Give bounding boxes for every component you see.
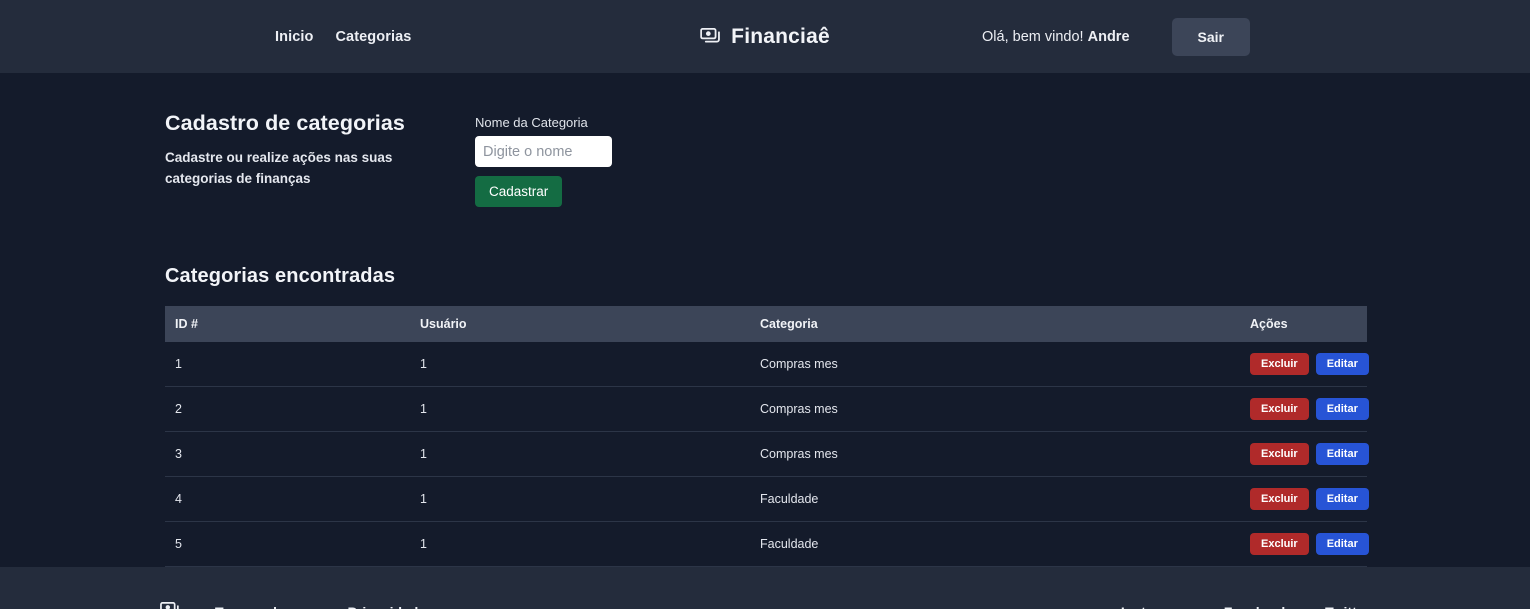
edit-row-button[interactable]: Editar bbox=[1315, 398, 1369, 420]
table-row: 1 1 Compras mes Excluir Editar bbox=[165, 342, 1369, 387]
nav-link-categorias[interactable]: Categorias bbox=[335, 29, 411, 45]
user-greeting: Olá, bem vindo! Andre bbox=[982, 29, 1130, 45]
cell-id: 2 bbox=[165, 386, 410, 432]
main-content: Cadastro de categorias Cadastre ou reali… bbox=[0, 73, 1530, 567]
hero-text-block: Cadastro de categorias Cadastre ou reali… bbox=[165, 103, 475, 190]
brand-title: Financiaê bbox=[731, 24, 830, 48]
cell-categoria: Faculdade bbox=[750, 521, 1240, 567]
cell-categoria: Faculdade bbox=[750, 476, 1240, 522]
page-footer: Termos de uso Privacidade Instagram Face… bbox=[0, 567, 1530, 609]
edit-row-button[interactable]: Editar bbox=[1315, 488, 1369, 510]
footer-link-twitter[interactable]: Twitter bbox=[1325, 604, 1370, 609]
categories-table-section: Categorias encontradas ID # Usuário Cate… bbox=[165, 265, 1369, 567]
page-title: Cadastro de categorias bbox=[165, 111, 405, 135]
column-header-id[interactable]: ID # bbox=[165, 306, 410, 342]
delete-row-button[interactable]: Excluir bbox=[1250, 533, 1309, 555]
cell-actions: Excluir Editar bbox=[1240, 476, 1369, 522]
table-body: 1 1 Compras mes Excluir Editar 2 1 Compra… bbox=[165, 342, 1369, 567]
delete-row-button[interactable]: Excluir bbox=[1250, 398, 1309, 420]
content-container: Cadastro de categorias Cadastre ou reali… bbox=[0, 103, 1530, 567]
nav-user-area: Olá, bem vindo! Andre Sair bbox=[982, 17, 1250, 56]
table-section-title: Categorias encontradas bbox=[165, 265, 396, 287]
table-row: 4 1 Faculdade Excluir Editar bbox=[165, 476, 1369, 522]
edit-row-button[interactable]: Editar bbox=[1315, 443, 1369, 465]
logout-button[interactable]: Sair bbox=[1171, 17, 1250, 56]
cell-usuario: 1 bbox=[410, 521, 750, 567]
footer-link-termos-de-uso[interactable]: Termos de uso bbox=[215, 604, 314, 609]
table-row: 5 1 Faculdade Excluir Editar bbox=[165, 521, 1369, 567]
footer-link-instagram[interactable]: Instagram bbox=[1121, 604, 1188, 609]
cell-usuario: 1 bbox=[410, 386, 750, 432]
footer-inner: Termos de uso Privacidade Instagram Face… bbox=[0, 602, 1530, 609]
top-navbar: Inicio Categorias Financiaê Olá, bem vin… bbox=[0, 0, 1530, 73]
cell-id: 3 bbox=[165, 431, 410, 477]
submit-category-button[interactable]: Cadastrar bbox=[475, 176, 563, 207]
cell-usuario: 1 bbox=[410, 431, 750, 477]
column-header-usuario[interactable]: Usuário bbox=[410, 306, 750, 342]
cell-categoria: Compras mes bbox=[750, 431, 1240, 477]
footer-social-group: Instagram Facebook Twitter bbox=[1121, 604, 1370, 609]
table-row: 3 1 Compras mes Excluir Editar bbox=[165, 431, 1369, 477]
category-name-label: Nome da Categoria bbox=[475, 115, 588, 130]
edit-row-button[interactable]: Editar bbox=[1315, 353, 1369, 375]
cell-usuario: 1 bbox=[410, 342, 750, 387]
delete-row-button[interactable]: Excluir bbox=[1250, 443, 1309, 465]
money-stack-icon bbox=[160, 602, 181, 609]
cell-usuario: 1 bbox=[410, 476, 750, 522]
cell-actions: Excluir Editar bbox=[1240, 342, 1369, 387]
table-header: ID # Usuário Categoria Ações bbox=[165, 306, 1367, 342]
footer-link-privacidade[interactable]: Privacidade bbox=[348, 604, 427, 609]
category-form: Nome da Categoria Cadastrar bbox=[475, 103, 612, 207]
footer-link-facebook[interactable]: Facebook bbox=[1224, 604, 1289, 609]
delete-row-button[interactable]: Excluir bbox=[1250, 488, 1309, 510]
nav-link-inicio[interactable]: Inicio bbox=[275, 29, 313, 45]
primary-nav: Inicio Categorias bbox=[275, 29, 411, 45]
delete-row-button[interactable]: Excluir bbox=[1250, 353, 1309, 375]
greeting-text: Olá, bem vindo! bbox=[982, 28, 1084, 45]
cell-actions: Excluir Editar bbox=[1240, 521, 1369, 567]
page-subtitle: Cadastre ou realize ações nas suas categ… bbox=[165, 150, 393, 186]
categories-table: ID # Usuário Categoria Ações 1 1 Compras… bbox=[165, 306, 1369, 567]
money-stack-icon bbox=[700, 27, 722, 46]
column-header-categoria[interactable]: Categoria bbox=[750, 306, 1240, 342]
table-header-row: ID # Usuário Categoria Ações bbox=[165, 306, 1367, 342]
category-register-section: Cadastro de categorias Cadastre ou reali… bbox=[165, 103, 1365, 207]
footer-left-group: Termos de uso Privacidade bbox=[160, 602, 426, 609]
cell-categoria: Compras mes bbox=[750, 342, 1240, 387]
brand-logo[interactable]: Financiaê bbox=[700, 25, 830, 49]
cell-categoria: Compras mes bbox=[750, 386, 1240, 432]
cell-id: 1 bbox=[165, 342, 410, 387]
edit-row-button[interactable]: Editar bbox=[1315, 533, 1369, 555]
cell-actions: Excluir Editar bbox=[1240, 386, 1369, 432]
column-header-acoes[interactable]: Ações bbox=[1240, 306, 1367, 342]
category-name-input[interactable] bbox=[475, 136, 612, 167]
username-label: Andre bbox=[1087, 28, 1130, 45]
table-row: 2 1 Compras mes Excluir Editar bbox=[165, 386, 1369, 432]
cell-actions: Excluir Editar bbox=[1240, 431, 1369, 477]
cell-id: 4 bbox=[165, 476, 410, 522]
cell-id: 5 bbox=[165, 521, 410, 567]
